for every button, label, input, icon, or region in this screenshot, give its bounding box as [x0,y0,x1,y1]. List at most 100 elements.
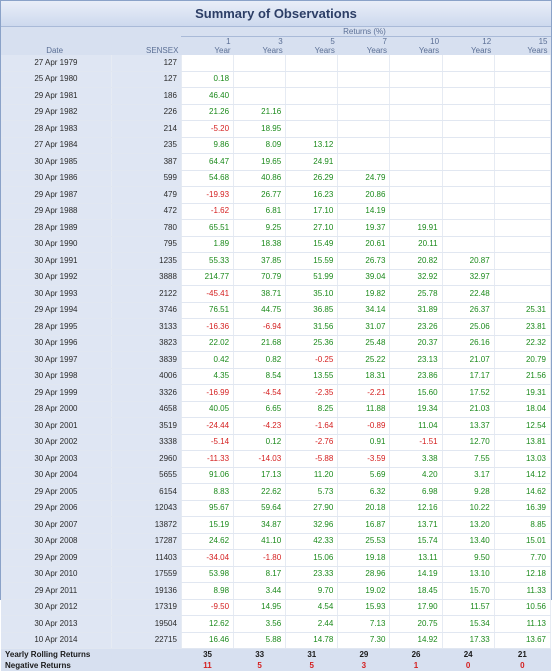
return-cell: 37.85 [233,252,287,270]
return-cell: 21.03 [442,401,495,418]
sensex-cell: 13872 [111,516,182,534]
return-cell: 12.54 [494,417,552,435]
return-cell: 25.48 [337,335,391,352]
sensex-cell: 4658 [111,401,182,418]
return-cell: 24.91 [285,153,339,171]
table-row: 10 Apr 2014 22715 16.46 5.88 14.78 7.30 14.92 1… [1,632,552,649]
return-cell [494,137,552,154]
return-cell: 22.62 [233,483,287,501]
return-cell: 24.62 [181,533,235,550]
return-cell: 8.54 [233,368,287,385]
date-column-header: Date [1,46,112,55]
table-row: 30 Apr 1985 387 64.47 19.65 24.91 [1,153,552,171]
return-cell: 31.56 [285,318,339,336]
table-row: 30 Apr 1990 795 1.89 18.38 15.49 20.61 20.11 [1,236,552,253]
observations-table: Returns (%) 1 3 5 7 10 12 15 Date SENSEX… [1,27,552,671]
rolling-count: 26 [389,648,443,660]
return-cell [337,137,391,154]
return-cell: 0.18 [181,71,235,88]
table-row: 30 Apr 2010 17559 53.98 8.17 23.33 28.96 14.19… [1,566,552,583]
return-cell: -6.94 [233,318,287,336]
return-cell: 14.62 [494,483,552,501]
return-cell: 21.16 [233,104,287,121]
date-cell: 29 Apr 1994 [1,302,112,319]
rolling-count: 21 [494,648,551,660]
return-cell: -5.14 [181,434,235,451]
period-15-unit: Years [494,46,551,55]
date-cell: 30 Apr 2010 [1,566,112,583]
return-cell: 17.17 [442,368,495,385]
period-10-number: 10 [389,36,443,46]
period-7-number: 7 [337,36,390,46]
return-cell: 15.70 [442,582,495,600]
negative-count: 3 [337,660,390,671]
return-cell [285,55,339,72]
sensex-cell: 795 [111,236,182,253]
return-cell: 16.23 [285,186,339,204]
return-cell: 23.33 [285,566,339,583]
table-row: 30 Apr 1986 599 54.68 40.86 26.29 24.79 [1,170,552,187]
period-1-number: 1 [181,36,234,46]
date-cell: 10 Apr 2014 [1,632,112,649]
return-cell [442,104,495,121]
return-cell [442,186,495,204]
return-cell [442,55,495,72]
return-cell: 4.35 [181,368,235,385]
return-cell: 51.99 [285,269,339,286]
table-row: 30 Apr 1993 2122 -45.41 38.71 35.10 19.82 25.7… [1,285,552,303]
table-row: 30 Apr 2008 17287 24.62 41.10 42.33 25.53 15.7… [1,533,552,550]
return-cell: 7.13 [337,615,391,633]
return-cell: 15.19 [181,516,235,534]
return-cell: 24.79 [337,170,391,187]
return-cell: 12.18 [494,566,552,583]
return-cell: 11.13 [494,615,552,633]
return-cell: 15.01 [494,533,552,550]
table-row: 30 Apr 2001 3519 -24.44 -4.23 -1.64 -0.89 11.0… [1,417,552,435]
return-cell: 25.22 [337,351,391,369]
return-cell: -45.41 [181,285,235,303]
return-cell [494,120,552,138]
sensex-cell: 6154 [111,483,182,501]
return-cell: 21.07 [442,351,495,369]
return-cell: -19.93 [181,186,235,204]
return-cell: -2.21 [337,384,391,402]
return-cell: 16.39 [494,500,552,517]
date-cell: 29 Apr 1988 [1,203,112,220]
return-cell: 19.34 [389,401,443,418]
sensex-cell: 12043 [111,500,182,517]
negative-returns-row: Negative Returns 11 5 5 3 1 0 0 [1,660,551,671]
return-cell: 11.20 [285,467,339,484]
return-cell: 59.64 [233,500,287,517]
return-cell: -5.20 [181,120,235,138]
date-cell: 28 Apr 1989 [1,219,112,237]
rolling-count: 33 [233,648,286,660]
return-cell: 27.90 [285,500,339,517]
return-cell [494,87,552,105]
return-cell [494,236,552,253]
table-row: 29 Apr 1981 186 46.40 [1,87,552,105]
date-cell: 30 Apr 2004 [1,467,112,484]
return-cell [389,55,443,72]
return-cell: 3.56 [233,615,287,633]
return-cell: 14.19 [389,566,443,583]
return-cell: 14.12 [494,467,552,484]
return-cell [494,219,552,237]
table-title: Summary of Observations [1,1,551,27]
return-cell: 32.97 [442,269,495,286]
return-cell: 12.16 [389,500,443,517]
return-cell: 0.12 [233,434,287,451]
return-cell: 31.89 [389,302,443,319]
return-cell [337,55,391,72]
date-cell: 30 Apr 2007 [1,516,112,534]
sensex-cell: 2960 [111,450,182,468]
return-cell: 10.56 [494,599,552,616]
return-cell [285,104,339,121]
table-row: 27 Apr 1984 235 9.86 8.09 13.12 [1,137,552,154]
sensex-cell: 127 [111,55,182,72]
date-cell: 30 Apr 1996 [1,335,112,352]
return-cell: -4.23 [233,417,287,435]
return-cell: 41.10 [233,533,287,550]
return-cell: 18.04 [494,401,552,418]
return-cell: 19.91 [389,219,443,237]
return-cell [494,252,552,270]
